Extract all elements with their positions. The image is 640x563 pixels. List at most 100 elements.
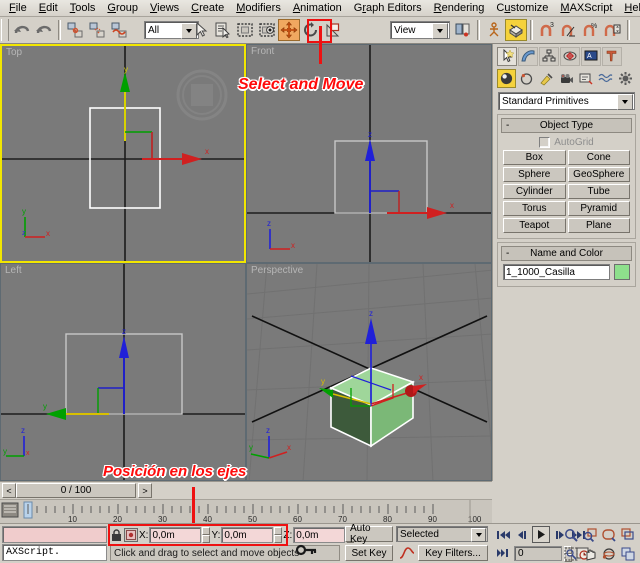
angle-snap-toggle-icon[interactable] bbox=[558, 19, 580, 41]
track-bar[interactable]: 1020 3040 5060 7080 90100 bbox=[0, 499, 492, 523]
zoom-all-icon[interactable] bbox=[581, 526, 599, 543]
viewport-top[interactable]: x y y x z Top bbox=[0, 44, 246, 263]
select-by-name-icon[interactable] bbox=[212, 19, 234, 41]
reference-coordinate-system-dropdown[interactable]: View bbox=[390, 21, 450, 39]
object-button-cone[interactable]: Cone bbox=[568, 150, 631, 165]
key-filters-button[interactable]: Key Filters... bbox=[418, 545, 488, 561]
menu-item-views[interactable]: Views bbox=[144, 1, 185, 15]
lights-icon[interactable] bbox=[537, 69, 556, 88]
snaps-toggle-icon[interactable] bbox=[505, 19, 527, 41]
helpers-icon[interactable] bbox=[576, 69, 595, 88]
bind-to-space-warp-icon[interactable] bbox=[108, 19, 130, 41]
menu-item-graph-editors[interactable]: Graph Editors bbox=[348, 1, 428, 15]
redo-icon[interactable] bbox=[33, 19, 55, 41]
shapes-icon[interactable] bbox=[517, 69, 536, 88]
viewport-left[interactable]: z y z y x Left bbox=[0, 263, 246, 481]
object-type-header[interactable]: - Object Type bbox=[501, 118, 632, 133]
select-and-uniform-scale-icon[interactable] bbox=[322, 19, 344, 41]
field-of-view-icon[interactable] bbox=[562, 545, 580, 562]
rectangular-selection-region-icon[interactable] bbox=[234, 19, 256, 41]
systems-icon[interactable] bbox=[616, 69, 635, 88]
zoom-extents-all-icon[interactable] bbox=[619, 526, 637, 543]
key-mode-toggle-icon[interactable] bbox=[296, 542, 318, 561]
key-mode-toggle-button[interactable] bbox=[496, 545, 512, 562]
viewport-front[interactable]: z x z x Front bbox=[246, 44, 492, 263]
auto-key-button[interactable]: Auto Key bbox=[345, 526, 393, 542]
menu-item-animation[interactable]: Animation bbox=[287, 1, 348, 15]
next-frame-arrow[interactable]: > bbox=[138, 483, 152, 498]
set-key-button[interactable]: Set Key bbox=[345, 545, 393, 561]
menu-item-group[interactable]: Group bbox=[101, 1, 144, 15]
chevron-down-icon[interactable] bbox=[432, 23, 448, 39]
display-tab-icon[interactable]: A bbox=[581, 47, 601, 66]
name-and-color-header[interactable]: - Name and Color bbox=[501, 246, 632, 261]
pan-view-icon[interactable] bbox=[581, 545, 599, 562]
autogrid-checkbox[interactable] bbox=[539, 137, 550, 148]
set-key-parameter-curve-icon[interactable] bbox=[398, 545, 416, 561]
viewport-perspective[interactable]: z x y z x y bbox=[246, 263, 492, 481]
zoom-icon[interactable] bbox=[562, 526, 580, 543]
modify-tab-icon[interactable] bbox=[518, 47, 538, 66]
menu-item-edit[interactable]: Edit bbox=[33, 1, 64, 15]
hierarchy-tab-icon[interactable] bbox=[539, 47, 559, 66]
coordinate-y-spinner[interactable] bbox=[274, 527, 282, 543]
autogrid-row[interactable]: AutoGrid bbox=[498, 135, 635, 149]
chevron-down-icon[interactable] bbox=[471, 528, 486, 542]
go-to-start-button[interactable] bbox=[494, 526, 512, 543]
object-button-sphere[interactable]: Sphere bbox=[503, 167, 566, 182]
selection-lock-toggle-icon[interactable] bbox=[110, 527, 123, 543]
snap-3d-icon[interactable]: 3 bbox=[536, 19, 558, 41]
object-button-plane[interactable]: Plane bbox=[568, 218, 631, 233]
rollout-collapse-icon[interactable]: - bbox=[506, 120, 509, 131]
object-button-torus[interactable]: Torus bbox=[503, 201, 566, 216]
menu-item-maxscript[interactable]: MAXScript bbox=[554, 1, 618, 15]
selection-level-dropdown[interactable]: Selected bbox=[396, 526, 488, 542]
object-name-input[interactable]: 1_1000_Casilla bbox=[503, 264, 610, 280]
object-button-cylinder[interactable]: Cylinder bbox=[503, 184, 566, 199]
object-button-tube[interactable]: Tube bbox=[568, 184, 631, 199]
object-button-box[interactable]: Box bbox=[503, 150, 566, 165]
absolute-relative-transform-toggle-icon[interactable] bbox=[124, 528, 138, 542]
use-pivot-point-center-icon[interactable] bbox=[452, 19, 474, 41]
space-warps-icon[interactable] bbox=[596, 69, 615, 88]
chevron-down-icon[interactable] bbox=[617, 94, 633, 110]
menu-item-customize[interactable]: Customize bbox=[490, 1, 554, 15]
create-tab-icon[interactable] bbox=[497, 47, 517, 66]
window-crossing-icon[interactable] bbox=[256, 19, 278, 41]
play-animation-button[interactable] bbox=[532, 526, 550, 543]
menu-item-modifiers[interactable]: Modifiers bbox=[230, 1, 287, 15]
unlink-selection-icon[interactable] bbox=[86, 19, 108, 41]
rollout-collapse-icon[interactable]: - bbox=[506, 248, 509, 259]
maxscript-mini-listener[interactable]: AXScript. bbox=[2, 544, 107, 561]
maxscript-listener-pink[interactable] bbox=[2, 526, 107, 543]
coordinate-z-field[interactable]: 0,0m bbox=[293, 527, 345, 543]
coordinate-x-field[interactable]: 0,0m bbox=[149, 527, 201, 543]
spinner-snap-toggle-icon[interactable] bbox=[602, 19, 624, 41]
select-and-move-icon[interactable] bbox=[278, 19, 300, 41]
object-button-geosphere[interactable]: GeoSphere bbox=[568, 167, 631, 182]
menu-item-rendering[interactable]: Rendering bbox=[428, 1, 491, 15]
undo-icon[interactable] bbox=[11, 19, 33, 41]
arc-rotate-icon[interactable] bbox=[600, 545, 618, 562]
percent-snap-toggle-icon[interactable]: % bbox=[580, 19, 602, 41]
category-dropdown[interactable]: Standard Primitives bbox=[498, 92, 635, 110]
cameras-icon[interactable] bbox=[557, 69, 576, 88]
select-and-link-icon[interactable] bbox=[64, 19, 86, 41]
select-and-manipulate-icon[interactable] bbox=[483, 19, 505, 41]
object-color-swatch[interactable] bbox=[614, 264, 630, 280]
previous-frame-button[interactable] bbox=[513, 526, 531, 543]
object-button-teapot[interactable]: Teapot bbox=[503, 218, 566, 233]
menu-item-file[interactable]: File bbox=[3, 1, 33, 15]
toolbar-grip[interactable] bbox=[1, 19, 9, 41]
menu-item-create[interactable]: Create bbox=[185, 1, 230, 15]
select-object-icon[interactable] bbox=[190, 19, 212, 41]
zoom-extents-icon[interactable] bbox=[600, 526, 618, 543]
select-and-rotate-icon[interactable] bbox=[300, 19, 322, 41]
object-button-pyramid[interactable]: Pyramid bbox=[568, 201, 631, 216]
utilities-tab-icon[interactable] bbox=[602, 47, 622, 66]
menu-item-help[interactable]: Help bbox=[618, 1, 640, 15]
maximize-viewport-toggle-icon[interactable] bbox=[619, 545, 637, 562]
current-frame-field[interactable]: 0 bbox=[514, 546, 562, 561]
coordinate-x-spinner[interactable] bbox=[202, 527, 210, 543]
geometry-icon[interactable] bbox=[497, 69, 516, 88]
